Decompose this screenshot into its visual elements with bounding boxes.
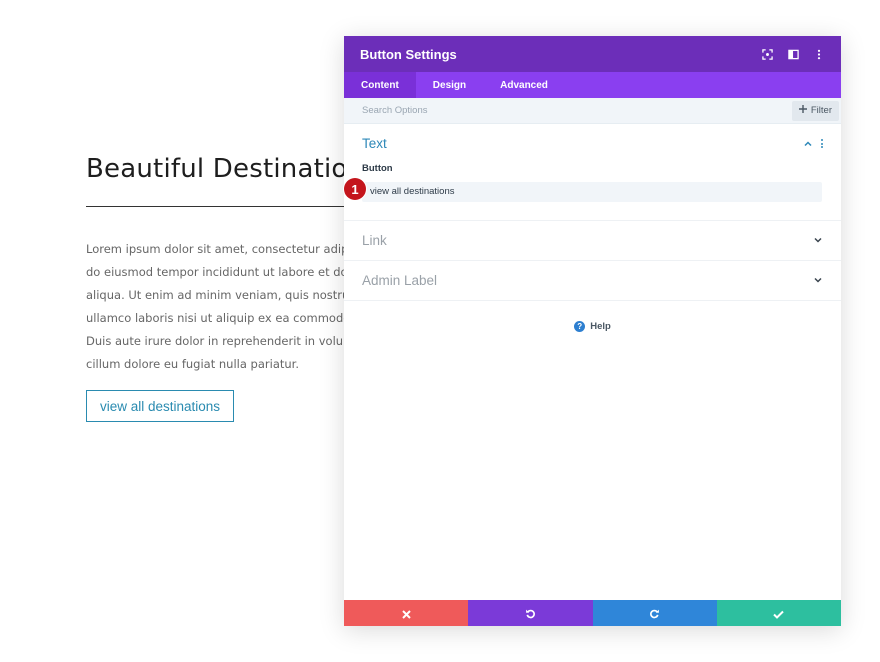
button-field-label: Button	[362, 163, 393, 174]
body-line: aliqua. Ut enim ad minim veniam, quis no…	[86, 288, 344, 302]
help-link[interactable]: ? Help	[344, 320, 841, 332]
section-more-icon[interactable]	[821, 139, 823, 148]
button-text-input[interactable]	[362, 181, 822, 202]
modal-footer	[344, 600, 841, 626]
body-line: Lorem ipsum dolor sit amet, consectetur …	[86, 242, 344, 256]
section-admin-label-title: Admin Label	[362, 272, 438, 288]
section-link-title: Link	[362, 232, 387, 248]
section-admin-label: Admin Label	[344, 261, 841, 301]
check-icon	[773, 604, 785, 623]
help-icon: ?	[574, 320, 586, 332]
close-icon	[401, 604, 411, 623]
settings-tabs: Content Design Advanced	[344, 72, 841, 98]
chevron-up-icon[interactable]	[803, 139, 813, 149]
step-badge: 1	[344, 178, 366, 200]
redo-button[interactable]	[592, 600, 717, 626]
body-line: cillum dolore eu fugiat nulla pariatur.	[86, 357, 300, 371]
button-settings-modal: Button Settings Content Design Advanced …	[344, 36, 841, 626]
split-view-icon[interactable]	[787, 48, 799, 60]
more-vertical-icon[interactable]	[813, 48, 825, 60]
help-label: Help	[590, 320, 611, 332]
tab-design[interactable]: Design	[416, 72, 483, 98]
view-all-destinations-button[interactable]: view all destinations	[86, 390, 234, 422]
modal-title: Button Settings	[360, 46, 457, 62]
section-text-title: Text	[362, 136, 387, 151]
redo-icon	[649, 604, 660, 623]
tab-content[interactable]: Content	[344, 72, 416, 98]
section-admin-label-header[interactable]: Admin Label	[344, 261, 841, 300]
body-line: Duis aute irure dolor in reprehenderit i…	[86, 334, 344, 348]
section-text-header[interactable]: Text	[344, 124, 841, 163]
cancel-button[interactable]	[344, 600, 469, 626]
section-link-header[interactable]: Link	[344, 221, 841, 260]
filter-label: Filter	[810, 105, 832, 116]
page-title: Beautiful Destinations	[86, 154, 356, 184]
undo-icon	[525, 604, 536, 623]
search-options-input[interactable]	[362, 105, 792, 116]
chevron-down-icon[interactable]	[813, 235, 823, 245]
undo-button[interactable]	[468, 600, 593, 626]
plus-icon	[798, 105, 807, 116]
body-line: do eiusmod tempor incididunt ut labore e…	[86, 265, 344, 279]
modal-header: Button Settings	[344, 36, 841, 72]
body-paragraph: Lorem ipsum dolor sit amet, consectetur …	[86, 238, 344, 376]
header-actions	[761, 48, 825, 60]
section-link: Link	[344, 221, 841, 261]
body-line: ullamco laboris nisi ut aliquip ex ea co…	[86, 311, 344, 325]
tab-advanced[interactable]: Advanced	[483, 72, 565, 98]
section-text-body: Button	[344, 163, 841, 220]
chevron-down-icon[interactable]	[813, 275, 823, 285]
expand-icon[interactable]	[761, 48, 773, 60]
save-button[interactable]	[716, 600, 841, 626]
search-bar: Filter	[344, 98, 841, 124]
section-text: Text Button	[344, 124, 841, 221]
title-divider	[86, 206, 346, 207]
filter-button[interactable]: Filter	[791, 100, 839, 121]
